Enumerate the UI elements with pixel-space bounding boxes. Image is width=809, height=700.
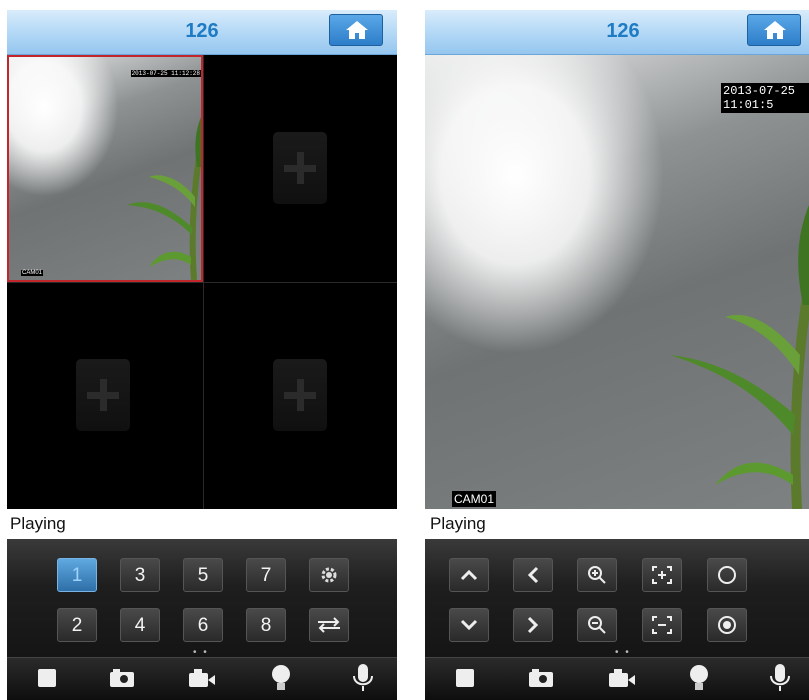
record-icon[interactable] xyxy=(608,668,636,688)
video-cell-1[interactable]: 2013-07-25 11:12:28 CAM01 xyxy=(7,55,203,282)
home-button[interactable] xyxy=(747,14,801,46)
channel-panel: 1 3 5 7 2 4 6 8 • • xyxy=(7,539,397,658)
ptz-panel: • • xyxy=(425,539,809,658)
add-camera-icon[interactable] xyxy=(273,132,327,204)
focus-in-button[interactable] xyxy=(642,558,682,592)
channel-key-5[interactable]: 5 xyxy=(183,558,223,592)
camera-label-overlay: CAM01 xyxy=(21,270,44,276)
iris-close-icon xyxy=(718,616,736,634)
settings-icon xyxy=(321,567,337,583)
channel-key-3[interactable]: 3 xyxy=(120,558,160,592)
snapshot-icon[interactable] xyxy=(528,668,554,688)
switch-icon xyxy=(318,617,340,633)
status-bar: Playing xyxy=(7,509,397,539)
focus-out-icon xyxy=(652,616,672,634)
bottom-toolbar xyxy=(7,657,397,700)
video-cell-3[interactable] xyxy=(7,282,203,509)
add-camera-icon[interactable] xyxy=(76,359,130,431)
title-bar: 126 xyxy=(425,10,809,55)
add-camera-icon[interactable] xyxy=(273,359,327,431)
switch-button[interactable] xyxy=(309,608,349,642)
focus-out-button[interactable] xyxy=(642,608,682,642)
timestamp-overlay: 2013-07-25 11:12:28 xyxy=(130,70,201,77)
camera-label-overlay: CAM01 xyxy=(452,491,497,507)
channel-key-6[interactable]: 6 xyxy=(183,608,223,642)
left-screen: 126 2013-07-25 11:12:28 CAM01 Playing 1 … xyxy=(7,10,397,700)
iris-open-icon xyxy=(718,566,736,584)
ptz-left-button[interactable] xyxy=(513,558,553,592)
right-screen: 126 2013-07-25 11:01:5 CAM01 Playing • • xyxy=(425,10,809,700)
camera-feed-fullscreen[interactable]: 2013-07-25 11:01:5 CAM01 xyxy=(425,55,809,509)
microphone-icon[interactable] xyxy=(352,663,374,693)
timestamp-overlay: 2013-07-25 11:01:5 xyxy=(721,83,809,113)
channel-key-1[interactable]: 1 xyxy=(57,558,97,592)
focus-in-icon xyxy=(652,566,672,584)
iris-open-button[interactable] xyxy=(707,558,747,592)
right-icon xyxy=(527,616,539,634)
ptz-up-button[interactable] xyxy=(449,558,489,592)
record-icon[interactable] xyxy=(188,668,216,688)
stop-icon[interactable] xyxy=(455,668,475,688)
ptz-right-button[interactable] xyxy=(513,608,553,642)
light-icon[interactable] xyxy=(689,664,709,692)
plant-image xyxy=(127,117,201,280)
home-icon xyxy=(764,21,786,39)
light-icon[interactable] xyxy=(271,664,291,692)
camera-feed: 2013-07-25 11:12:28 CAM01 xyxy=(9,57,201,280)
video-grid: 2013-07-25 11:12:28 CAM01 xyxy=(7,55,397,509)
plant-image xyxy=(670,205,809,509)
up-icon xyxy=(460,569,478,581)
channel-key-7[interactable]: 7 xyxy=(246,558,286,592)
iris-close-button[interactable] xyxy=(707,608,747,642)
bottom-toolbar xyxy=(425,657,809,700)
ptz-down-button[interactable] xyxy=(449,608,489,642)
zoom-out-icon xyxy=(588,616,606,634)
title-bar: 126 xyxy=(7,10,397,55)
snapshot-icon[interactable] xyxy=(109,668,135,688)
down-icon xyxy=(460,619,478,631)
channel-key-4[interactable]: 4 xyxy=(120,608,160,642)
zoom-in-icon xyxy=(588,566,606,584)
channel-key-8[interactable]: 8 xyxy=(246,608,286,642)
left-icon xyxy=(527,566,539,584)
stop-icon[interactable] xyxy=(37,668,57,688)
zoom-in-button[interactable] xyxy=(577,558,617,592)
status-text: Playing xyxy=(430,514,486,533)
channel-key-2[interactable]: 2 xyxy=(57,608,97,642)
video-cell-2[interactable] xyxy=(203,55,397,282)
home-icon xyxy=(346,21,368,39)
status-text: Playing xyxy=(10,514,66,533)
settings-button[interactable] xyxy=(309,558,349,592)
microphone-icon[interactable] xyxy=(769,663,791,693)
zoom-out-button[interactable] xyxy=(577,608,617,642)
video-cell-4[interactable] xyxy=(203,282,397,509)
home-button[interactable] xyxy=(329,14,383,46)
status-bar: Playing xyxy=(425,509,809,539)
